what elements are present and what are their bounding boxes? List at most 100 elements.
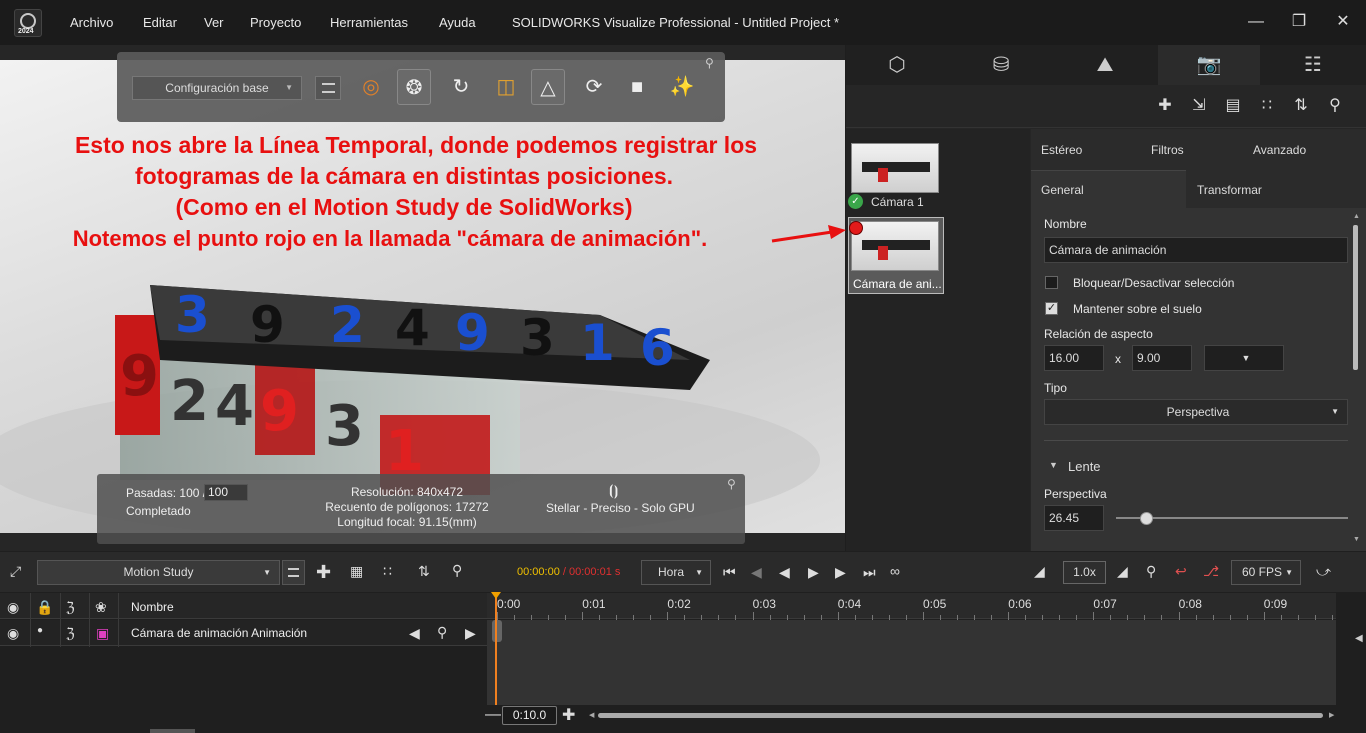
grid-icon[interactable]: ∷ [383, 563, 392, 580]
perspective-input[interactable]: 26.45 [1044, 505, 1104, 531]
pin-icon[interactable]: ⚲ [727, 477, 736, 491]
tab-transformar[interactable]: Transformar [1197, 183, 1262, 197]
add-icon[interactable]: ✚ [1154, 95, 1176, 117]
go-end-icon[interactable]: ⏭ [863, 564, 876, 581]
object-icon[interactable]: ❀ [95, 599, 107, 616]
close-icon[interactable]: ✕ [1333, 12, 1353, 32]
loop-icon[interactable]: ∞ [890, 563, 900, 579]
camera-1-thumbnail[interactable] [851, 143, 939, 193]
lock-icon[interactable]: 🔒 [36, 599, 53, 616]
expand-left-icon[interactable]: ◀ [1355, 633, 1363, 644]
sort-icon[interactable]: ⇅ [1290, 95, 1312, 117]
key-icon[interactable]: ⚲ [437, 624, 447, 641]
menu-proyecto[interactable]: Proyecto [250, 15, 301, 30]
dot-icon[interactable]: ● [37, 625, 43, 636]
brain-icon[interactable]: ❂ [397, 69, 431, 105]
grid-view-icon[interactable]: ∷ [1256, 95, 1278, 117]
passes-input[interactable]: 100 [204, 484, 248, 501]
menu-editar[interactable]: Editar [143, 15, 177, 30]
menu-ver[interactable]: Ver [204, 15, 224, 30]
prev-key-icon[interactable]: ◀ [751, 564, 762, 581]
step-back-icon[interactable]: ◀ [779, 564, 790, 581]
collapse-lens-icon[interactable]: ▼ [1049, 460, 1058, 470]
scroll-right-icon[interactable]: ▶ [1329, 711, 1334, 719]
keyframe-marker[interactable] [492, 620, 502, 642]
tab-models-cube-icon[interactable]: ⬡ [846, 45, 948, 85]
trim-icon[interactable]: ⎇ [1203, 563, 1219, 580]
tab-cameras-camera-icon[interactable]: 📷 [1158, 45, 1260, 85]
zoom-in-icon[interactable]: ✚ [562, 705, 575, 725]
layout-icon[interactable]: ▤ [1222, 95, 1244, 117]
cube-export-icon[interactable]: ■ [620, 69, 654, 105]
search-icon[interactable]: ⚲ [452, 562, 462, 579]
timeline-scrollbar[interactable] [598, 713, 1323, 718]
keep-ground-checkbox[interactable]: ✓ [1045, 302, 1058, 315]
restore-icon[interactable]: ❐ [1289, 12, 1309, 32]
properties-scrollbar[interactable] [1353, 225, 1358, 370]
collapse-arrows-icon[interactable]: ⤢ [10, 563, 21, 580]
curve-icon[interactable]: ℨ [66, 625, 75, 642]
name-input[interactable]: Cámara de animación [1044, 237, 1348, 263]
speed-field[interactable]: 1.0x [1063, 561, 1106, 584]
motion-study-dropdown[interactable]: Motion Study ▼ [37, 560, 280, 585]
next-key-icon[interactable]: ▶ [835, 564, 846, 581]
camera-key-icon[interactable]: ▦ [350, 563, 363, 580]
ruler-tick-mark [1008, 612, 1010, 620]
timeline-track-area[interactable] [487, 620, 1336, 705]
configuration-dropdown[interactable]: Configuración base ▼ [132, 76, 302, 100]
scroll-up-icon[interactable]: ▲ [1353, 213, 1360, 220]
go-start-icon[interactable]: ⏮ [723, 564, 736, 581]
tab-filtros[interactable]: Filtros [1151, 143, 1184, 157]
return-icon[interactable]: ↩ [1175, 563, 1187, 580]
turntable-icon[interactable]: ↻ [444, 69, 478, 105]
tab-avanzado[interactable]: Avanzado [1253, 143, 1306, 157]
magic-camera-icon[interactable]: ✨ [665, 69, 699, 105]
minimize-icon[interactable]: — [1246, 12, 1266, 32]
curve-icon[interactable]: ℨ [66, 599, 75, 616]
pin-icon[interactable]: ⚲ [705, 56, 714, 70]
scroll-left-icon[interactable]: ◀ [589, 711, 594, 719]
play-icon[interactable]: ▶ [808, 564, 819, 581]
next-key-icon[interactable]: ▶ [465, 625, 476, 642]
ease-in-icon[interactable]: ◢ [1034, 563, 1045, 580]
configuration-list-button[interactable] [315, 76, 341, 100]
tab-library-icon[interactable]: ☷ [1262, 45, 1364, 85]
search-icon[interactable]: ⚲ [1324, 95, 1346, 117]
type-dropdown[interactable]: Perspectiva ▼ [1044, 399, 1348, 425]
lock-selection-checkbox[interactable] [1045, 276, 1058, 289]
ease-out-icon[interactable]: ◢ [1117, 563, 1128, 580]
study-list-button[interactable] [282, 560, 305, 585]
import-icon[interactable]: ⇲ [1188, 95, 1210, 117]
target-icon[interactable]: ◎ [354, 69, 388, 105]
add-icon[interactable]: ✚ [316, 562, 331, 583]
tab-scenes-image-icon[interactable]: ⛰ [1054, 45, 1156, 85]
aspect-preset-dropdown[interactable]: ▼ [1204, 345, 1284, 371]
tab-general[interactable]: General [1041, 183, 1084, 197]
aspect-width-input[interactable]: 16.00 [1044, 345, 1104, 371]
zoom-out-icon[interactable]: — [485, 706, 501, 724]
motion-path-icon[interactable]: ⤻ [1316, 563, 1331, 580]
playhead[interactable] [495, 593, 497, 705]
eye-icon[interactable]: ◉ [7, 625, 19, 642]
time-mode-dropdown[interactable]: Hora ▼ [641, 560, 711, 585]
select-object-icon[interactable]: ◫ [489, 69, 523, 105]
triad-icon[interactable]: △ [531, 69, 565, 105]
tab-materials-database-icon[interactable]: ⛁ [950, 45, 1052, 85]
fps-dropdown[interactable]: 60 FPS ▼ [1231, 560, 1301, 585]
scroll-down-icon[interactable]: ▼ [1353, 536, 1360, 543]
refresh-icon[interactable]: ⟳ [577, 69, 611, 105]
aspect-height-input[interactable]: 9.00 [1132, 345, 1192, 371]
menu-archivo[interactable]: Archivo [70, 15, 113, 30]
panel-resize-grip[interactable] [150, 729, 195, 733]
menu-ayuda[interactable]: Ayuda [439, 15, 476, 30]
tab-estereo[interactable]: Estéreo [1041, 143, 1082, 157]
app-logo-icon[interactable]: 2024 [14, 9, 42, 37]
zoom-value-field[interactable]: 0:10.0 [502, 706, 557, 725]
key-icon[interactable]: ⚲ [1146, 563, 1156, 580]
eye-icon[interactable]: ◉ [7, 599, 19, 616]
sort-icon[interactable]: ⇅ [418, 563, 430, 580]
playhead-handle-icon[interactable] [491, 592, 501, 599]
menu-herramientas[interactable]: Herramientas [330, 15, 408, 30]
prev-key-icon[interactable]: ◀ [409, 625, 420, 642]
timeline-ruler[interactable] [487, 593, 1336, 619]
